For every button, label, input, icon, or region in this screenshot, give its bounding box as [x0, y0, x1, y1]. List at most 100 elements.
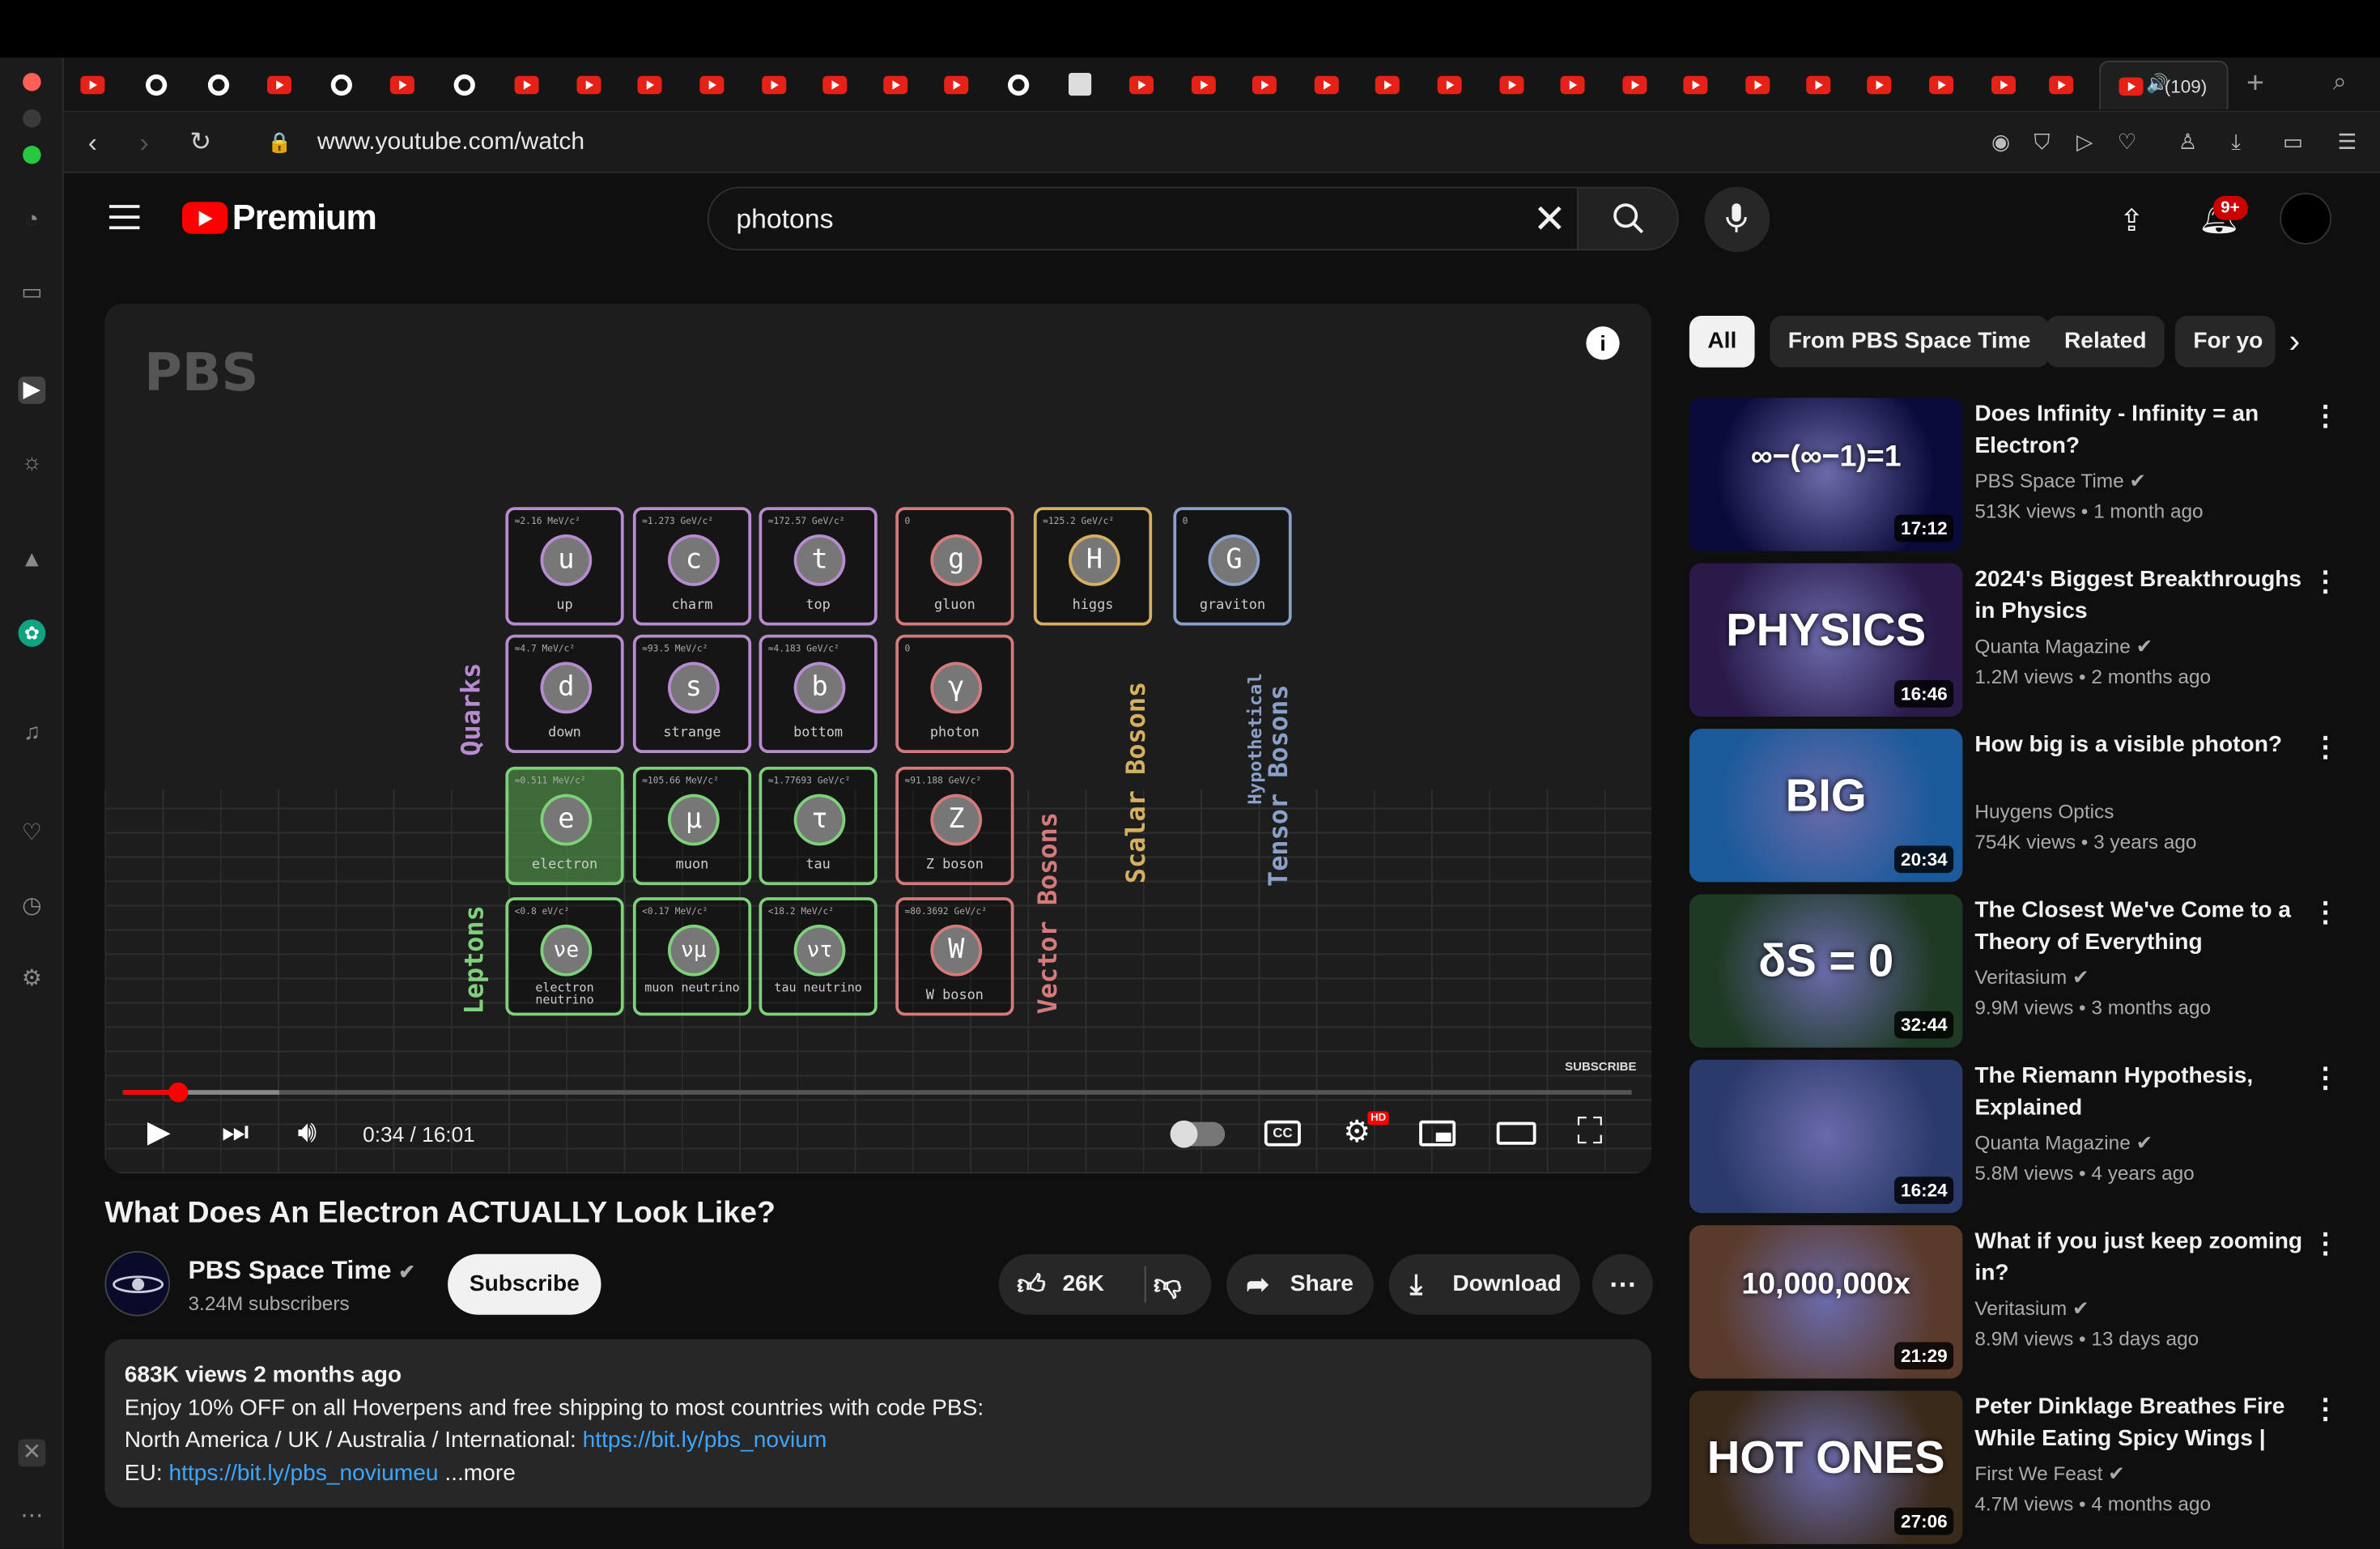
video-thumbnail[interactable]: δS = 0 32:44: [1689, 894, 1963, 1048]
youtube-tab-icon[interactable]: [1129, 75, 1154, 95]
youtube-tab-icon[interactable]: [389, 75, 414, 95]
channel-avatar[interactable]: [104, 1251, 170, 1317]
progress-bar[interactable]: [122, 1090, 1632, 1095]
settings-gear-icon[interactable]: ⚙: [1343, 1116, 1371, 1149]
recommendation-title[interactable]: How big is a visible photon?: [1974, 729, 2306, 760]
url-input[interactable]: www.youtube.com/watch: [317, 129, 584, 156]
youtube-tab-icon[interactable]: [576, 75, 601, 95]
search-input[interactable]: photons: [707, 186, 1579, 251]
recommendation-channel[interactable]: Quanta Magazine ✔: [1974, 635, 2153, 659]
recommendation-item[interactable]: 10,000,000x 21:29 What if you just keep zo…: [1689, 1225, 2339, 1379]
recommendation-title[interactable]: Does Infinity - Infinity = an Electron?: [1974, 398, 2306, 462]
share-button[interactable]: ➦ Share: [1226, 1253, 1374, 1315]
premium-logo[interactable]: Premium: [232, 198, 377, 239]
more-actions-button[interactable]: ⋯: [1592, 1253, 1653, 1315]
active-tab[interactable]: 🔊 (109): [2099, 61, 2229, 109]
settings-icon[interactable]: ⚙: [19, 966, 46, 994]
battery-icon[interactable]: ▭: [2283, 129, 2303, 155]
volume-icon[interactable]: 🔊︎: [298, 1116, 317, 1149]
chip-all[interactable]: All: [1689, 316, 1755, 368]
recommendation-title[interactable]: Peter Dinklage Breathes Fire While Eatin…: [1974, 1391, 2306, 1455]
more-options-icon[interactable]: ⋮: [2312, 897, 2340, 929]
youtube-tab-icon[interactable]: [1499, 75, 1524, 95]
description-box[interactable]: 683K views 2 months ago Enjoy 10% OFF on…: [104, 1338, 1651, 1508]
globe-tab-icon[interactable]: [207, 74, 230, 96]
more-options-icon[interactable]: ⋮: [2312, 566, 2340, 598]
subscribe-button[interactable]: Subscribe: [448, 1253, 601, 1315]
recommendation-item[interactable]: BIG 20:34 How big is a visible photon? Huyg…: [1689, 729, 2339, 883]
reload-icon[interactable]: ↻: [189, 128, 211, 159]
music-icon[interactable]: ♫: [19, 720, 46, 747]
site-tab-icon[interactable]: [1069, 73, 1092, 96]
more-icon[interactable]: ⋯: [19, 1503, 46, 1530]
youtube-tab-icon[interactable]: [1375, 75, 1400, 95]
description-link[interactable]: https://bit.ly/pbs_noviumeu: [168, 1460, 438, 1486]
subscribe-watermark[interactable]: SUBSCRIBE: [1565, 1060, 1636, 1074]
info-icon[interactable]: i: [1586, 326, 1620, 360]
youtube-tab-icon[interactable]: [1867, 75, 1892, 95]
theater-mode-icon[interactable]: [1496, 1121, 1536, 1145]
zoom-window-icon[interactable]: [23, 146, 41, 164]
dislike-icon[interactable]: 👎︎: [1154, 1254, 1181, 1315]
recommendation-channel[interactable]: Quanta Magazine ✔: [1974, 1131, 2153, 1155]
fullscreen-icon[interactable]: ⛶: [1577, 1113, 1603, 1150]
youtube-tab-icon[interactable]: [1745, 75, 1770, 95]
autoplay-toggle[interactable]: [1170, 1120, 1226, 1148]
more-options-icon[interactable]: ⋮: [2312, 732, 2340, 764]
youtube-tab-icon[interactable]: [1437, 75, 1462, 95]
more-options-icon[interactable]: ⋮: [2312, 1063, 2340, 1095]
globe-tab-icon[interactable]: [453, 74, 475, 96]
youtube-tab-icon[interactable]: [1252, 75, 1277, 95]
video-thumbnail[interactable]: 10,000,000x 21:29: [1689, 1225, 1963, 1379]
chip-from-pbs-space-time[interactable]: From PBS Space Time: [1770, 316, 2049, 368]
tab-search-icon[interactable]: ⌕: [2333, 70, 2347, 97]
recommendation-channel[interactable]: First We Feast ✔: [1974, 1462, 2124, 1487]
play-icon[interactable]: ▶: [147, 1116, 171, 1149]
youtube-logo-icon[interactable]: [182, 202, 228, 234]
easy-setup-icon[interactable]: ☰: [2338, 129, 2357, 155]
youtube-tab-icon[interactable]: [637, 75, 662, 95]
progress-scrubber[interactable]: [168, 1082, 189, 1103]
youtube-tab-icon[interactable]: [1191, 75, 1216, 95]
video-thumbnail[interactable]: HOT ONES 27:06: [1689, 1390, 1963, 1544]
speed-dial-icon[interactable]: ◔: [19, 206, 46, 234]
recommendation-item[interactable]: ∞−(∞−1)=1 17:12 Does Infinity - Infinity =…: [1689, 398, 2339, 551]
profile-icon[interactable]: ♙: [2178, 129, 2198, 155]
upload-icon[interactable]: ⇪: [2119, 202, 2144, 240]
avatar[interactable]: [2280, 193, 2331, 245]
youtube-tab-icon[interactable]: [822, 75, 848, 95]
close-window-icon[interactable]: [23, 73, 41, 91]
youtube-tab-icon[interactable]: [944, 75, 969, 95]
video-thumbnail[interactable]: ∞−(∞−1)=1 17:12: [1689, 398, 1963, 551]
youtube-tab-icon[interactable]: [699, 75, 725, 95]
youtube-tab-icon[interactable]: [80, 75, 105, 95]
recommendation-item[interactable]: 16:24 The Riemann Hypothesis, Explained Qu…: [1689, 1059, 2339, 1214]
globe-tab-icon[interactable]: [146, 74, 168, 96]
bag-icon[interactable]: ▭: [19, 279, 46, 307]
camera-icon[interactable]: ◉: [1991, 129, 2010, 155]
recommendation-channel[interactable]: Huygens Optics: [1974, 800, 2114, 823]
youtube-tab-icon[interactable]: [2049, 75, 2074, 95]
aria-icon[interactable]: ▲: [19, 547, 46, 574]
search-button[interactable]: [1577, 186, 1679, 251]
more-options-icon[interactable]: ⋮: [2312, 401, 2340, 432]
youtube-tab-icon[interactable]: [883, 75, 908, 95]
recommendation-item[interactable]: δS = 0 32:44 The Closest We've Come to a T…: [1689, 894, 2339, 1048]
globe-tab-icon[interactable]: [1008, 74, 1030, 96]
recommendation-channel[interactable]: Veritasium ✔: [1974, 1296, 2089, 1321]
like-count[interactable]: 26K: [1063, 1254, 1105, 1315]
recommendation-item[interactable]: HOT ONES 27:06 Peter Dinklage Breathes Fir…: [1689, 1390, 2339, 1544]
more-options-icon[interactable]: ⋮: [2312, 1394, 2340, 1425]
globe-tab-icon[interactable]: [330, 74, 352, 96]
send-icon[interactable]: ▷: [2076, 129, 2093, 155]
video-player[interactable]: PBS i ≈2.16 MeV/c² u up ≈1.273 GeV/c² c charm…: [104, 304, 1651, 1174]
miniplayer-icon[interactable]: [1419, 1120, 1456, 1147]
recommendation-title[interactable]: What if you just keep zooming in?: [1974, 1225, 2306, 1289]
chip-for-yo[interactable]: For yo: [2174, 316, 2276, 368]
youtube-tab-icon[interactable]: [1929, 75, 1954, 95]
download-button[interactable]: ⤓ Download: [1388, 1253, 1580, 1315]
sun-icon[interactable]: ☼: [19, 449, 46, 477]
youtube-tab-icon[interactable]: [1560, 75, 1585, 95]
description-link[interactable]: https://bit.ly/pbs_novium: [583, 1428, 827, 1453]
captions-icon[interactable]: CC: [1264, 1120, 1301, 1147]
